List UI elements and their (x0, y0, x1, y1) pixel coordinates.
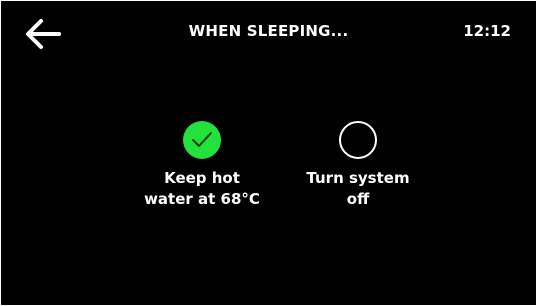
option-label: Keep hot water at 68°C (144, 169, 260, 208)
clock-time: 12:12 (463, 22, 511, 40)
option-label: Turn system off (306, 169, 410, 208)
radio-selected[interactable] (183, 121, 221, 159)
page-title: WHEN SLEEPING... (188, 22, 349, 40)
sleep-mode-screen: WHEN SLEEPING... 12:12 Keep hot water at… (1, 1, 536, 305)
option-turn-system-off[interactable]: Turn system off (278, 121, 438, 210)
option-keep-hot-water[interactable]: Keep hot water at 68°C (122, 121, 282, 210)
checkmark-icon (192, 132, 212, 147)
radio-unselected[interactable] (339, 121, 377, 159)
